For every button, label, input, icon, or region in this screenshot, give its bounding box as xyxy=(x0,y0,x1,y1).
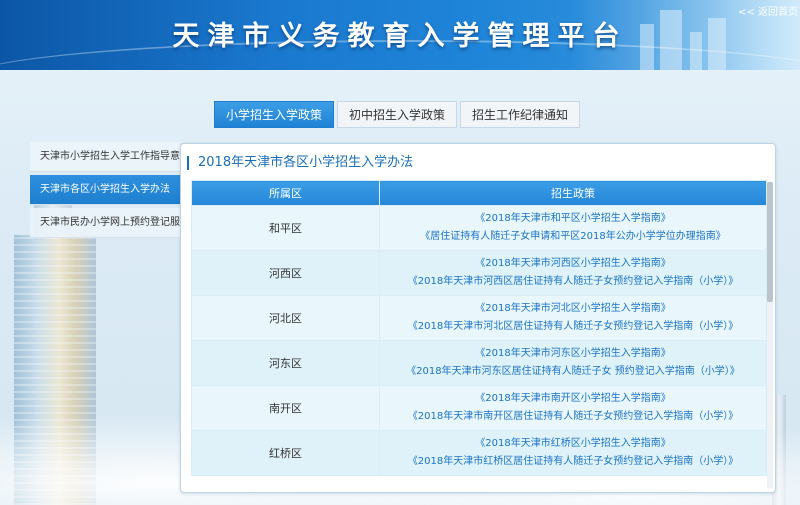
tab-enrollment-discipline-notice[interactable]: 招生工作纪律通知 xyxy=(460,101,580,128)
policy-cell: 《2018年天津市南开区小学招生入学指南》 《2018年天津市南开区居住证持有人… xyxy=(379,385,767,431)
tab-primary-school-policy[interactable]: 小学招生入学政策 xyxy=(214,101,334,128)
table-header-row: 所属区 招生政策 xyxy=(191,180,767,206)
policy-cell: 《2018年天津市河西区小学招生入学指南》 《2018年天津市河西区居住证持有人… xyxy=(379,250,767,296)
policy-link[interactable]: 《2018年天津市红桥区居住证持有人随迁子女预约登记入学指南（小学）》 xyxy=(380,453,766,471)
policy-link[interactable]: 《2018年天津市河东区居住证持有人随迁子女 预约登记入学指南（小学）》 xyxy=(380,363,766,381)
header-banner: 天津市义务教育入学管理平台 << 返回首页 xyxy=(0,0,800,70)
policy-table-container: 所属区 招生政策 和平区 《2018年天津市和平区小学招生入学指南》 《居住证持… xyxy=(191,180,769,490)
policy-link[interactable]: 《2018年天津市河西区小学招生入学指南》 xyxy=(380,255,766,273)
table-row: 河东区 《2018年天津市河东区小学招生入学指南》 《2018年天津市河东区居住… xyxy=(191,340,767,386)
policy-link[interactable]: 《2018年天津市南开区小学招生入学指南》 xyxy=(380,390,766,408)
policy-cell: 《2018年天津市河东区小学招生入学指南》 《2018年天津市河东区居住证持有人… xyxy=(379,340,767,386)
table-row: 和平区 《2018年天津市和平区小学招生入学指南》 《居住证持有人随迁子女申请和… xyxy=(191,205,767,251)
policy-link[interactable]: 《2018年天津市河北区小学招生入学指南》 xyxy=(380,300,766,318)
policy-cell: 《2018年天津市河北区小学招生入学指南》 《2018年天津市河北区居住证持有人… xyxy=(379,295,767,341)
column-header-policy: 招生政策 xyxy=(379,180,767,206)
sidebar-item-guidance[interactable]: 天津市小学招生入学工作指导意见 xyxy=(30,142,180,172)
table-row: 红桥区 《2018年天津市红桥区小学招生入学指南》 《2018年天津市红桥区居住… xyxy=(191,430,767,476)
policy-cell: 《2018年天津市红桥区小学招生入学指南》 《2018年天津市红桥区居住证持有人… xyxy=(379,430,767,476)
policy-link[interactable]: 《2018年天津市河西区居住证持有人随迁子女预约登记入学指南（小学）》 xyxy=(380,273,766,291)
district-cell: 河西区 xyxy=(191,250,380,296)
table-row: 河北区 《2018年天津市河北区小学招生入学指南》 《2018年天津市河北区居住… xyxy=(191,295,767,341)
policy-link[interactable]: 《2018年天津市和平区小学招生入学指南》 xyxy=(380,210,766,228)
column-header-district: 所属区 xyxy=(191,180,380,206)
table-row: 河西区 《2018年天津市河西区小学招生入学指南》 《2018年天津市河西区居住… xyxy=(191,250,767,296)
scrollbar-thumb[interactable] xyxy=(767,182,773,302)
sidebar-item-district-methods[interactable]: 天津市各区小学招生入学办法 xyxy=(30,175,186,205)
policy-link[interactable]: 《2018年天津市河东区小学招生入学指南》 xyxy=(380,345,766,363)
policy-link[interactable]: 《2018年天津市红桥区小学招生入学指南》 xyxy=(380,435,766,453)
content-panel: 2018年天津市各区小学招生入学办法 所属区 招生政策 和平区 《2018年天津… xyxy=(180,143,776,493)
content-title: 2018年天津市各区小学招生入学办法 xyxy=(187,156,413,170)
policy-cell: 《2018年天津市和平区小学招生入学指南》 《居住证持有人随迁子女申请和平区20… xyxy=(379,205,767,251)
district-cell: 南开区 xyxy=(191,385,380,431)
district-cell: 河东区 xyxy=(191,340,380,386)
sidebar: 天津市小学招生入学工作指导意见 天津市各区小学招生入学办法 天津市民办小学网上预… xyxy=(30,142,186,241)
policy-link[interactable]: 《居住证持有人随迁子女申请和平区2018年公办小学学位办理指南》 xyxy=(380,228,766,246)
back-home-link[interactable]: << 返回首页 xyxy=(736,2,800,19)
policy-table: 所属区 招生政策 和平区 《2018年天津市和平区小学招生入学指南》 《居住证持… xyxy=(191,180,767,476)
table-scrollbar[interactable] xyxy=(767,182,773,488)
district-cell: 和平区 xyxy=(191,205,380,251)
table-row: 南开区 《2018年天津市南开区小学招生入学指南》 《2018年天津市南开区居住… xyxy=(191,385,767,431)
policy-link[interactable]: 《2018年天津市河北区居住证持有人随迁子女预约登记入学指南（小学）》 xyxy=(380,318,766,336)
district-cell: 河北区 xyxy=(191,295,380,341)
platform-title: 天津市义务教育入学管理平台 xyxy=(172,21,628,52)
district-cell: 红桥区 xyxy=(191,430,380,476)
tab-middle-school-policy[interactable]: 初中招生入学政策 xyxy=(337,101,457,128)
policy-tabs: 小学招生入学政策 初中招生入学政策 招生工作纪律通知 xyxy=(214,101,580,128)
sidebar-item-private-school-registration[interactable]: 天津市民办小学网上预约登记服务 xyxy=(30,208,180,238)
policy-link[interactable]: 《2018年天津市南开区居住证持有人随迁子女预约登记入学指南（小学）》 xyxy=(380,408,766,426)
